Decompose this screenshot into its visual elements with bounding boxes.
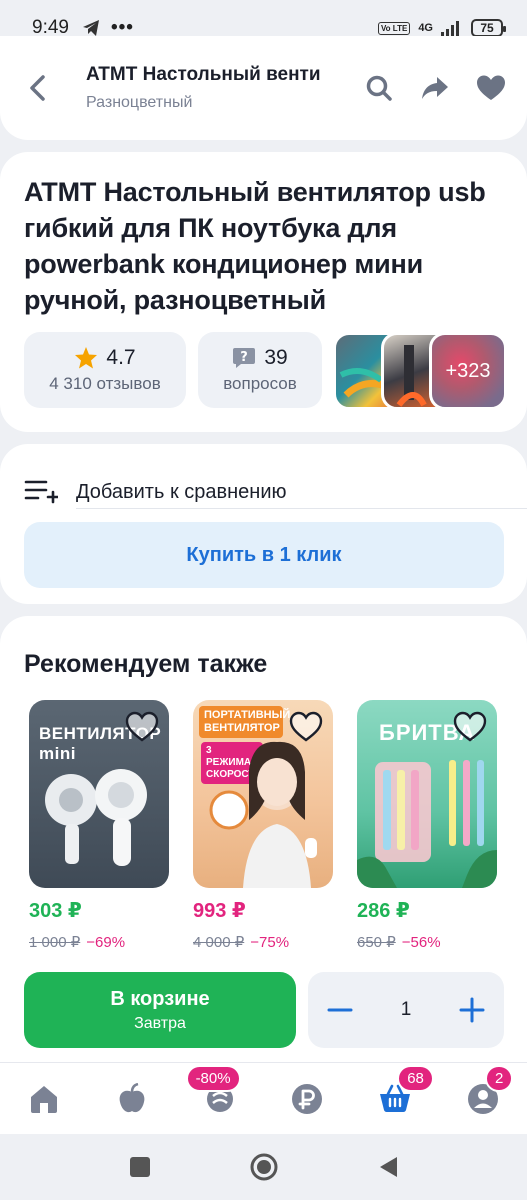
product-title: ATMT Настольный вентилятор usb гибкий дл…: [24, 177, 486, 315]
product-image[interactable]: ПОРТАТИВНЫЙ ВЕНТИЛЯТОР 3 РЕЖИМА СКОРОСТИ: [193, 700, 333, 888]
old-price: 4 000 ₽: [193, 934, 245, 951]
chevron-left-icon: [30, 75, 45, 101]
system-navigation-bar: [0, 1134, 527, 1200]
product-image[interactable]: БРИТВА: [357, 700, 497, 888]
discount-label: −69%: [86, 934, 126, 951]
share-icon: [422, 77, 448, 99]
in-cart-label: В корзине: [110, 987, 210, 1010]
add-to-compare-label: Добавить к сравнению: [76, 480, 287, 503]
tab-finance[interactable]: [287, 1079, 327, 1119]
quantity-stepper: 1: [308, 972, 504, 1048]
recent-apps-icon[interactable]: [129, 1156, 151, 1178]
volte-icon: Vo LTE: [377, 21, 411, 35]
recommended-product-card[interactable]: ПОРТАТИВНЫЙ ВЕНТИЛЯТОР 3 РЕЖИМА СКОРОСТИ…: [193, 700, 333, 951]
old-price: 650 ₽: [357, 934, 396, 951]
delivery-label: Завтра: [134, 1014, 186, 1032]
divider: [76, 508, 527, 509]
more-photos-button[interactable]: +323: [429, 332, 507, 410]
minus-icon[interactable]: [326, 996, 354, 1024]
search-button[interactable]: [363, 72, 395, 104]
search-icon: [366, 75, 392, 101]
buy-one-click-button[interactable]: Купить в 1 клик: [24, 522, 504, 588]
recommendations-title: Рекомендуем также: [24, 650, 268, 678]
add-to-compare-button[interactable]: Добавить к сравнению: [24, 460, 527, 524]
rating-value: 4.7: [106, 346, 136, 369]
bottom-tab-bar: -80% 68 2: [0, 1062, 527, 1134]
header-title: ATMT Настольный венти: [86, 64, 320, 85]
compare-list-icon: [24, 480, 58, 504]
more-photos-count: +323: [445, 359, 491, 382]
tab-cart[interactable]: 68: [375, 1064, 434, 1119]
battery-icon: 75: [471, 19, 506, 37]
product-info-card: ATMT Настольный вентилятор usb гибкий дл…: [0, 152, 527, 432]
rating-chip[interactable]: 4.7 4 310 отзывов: [24, 332, 186, 408]
star-icon: [75, 347, 98, 369]
plus-icon[interactable]: [458, 996, 486, 1024]
questions-label: вопросов: [223, 374, 297, 393]
discount-label: −56%: [401, 934, 441, 951]
home-icon: [30, 1085, 57, 1113]
heart-icon: [477, 75, 505, 100]
questions-count: 39: [264, 346, 288, 369]
tab-sale[interactable]: -80%: [185, 1064, 241, 1119]
network-type: 4G: [418, 22, 433, 34]
product-price: 286 ₽: [357, 900, 410, 922]
back-button[interactable]: [20, 70, 56, 106]
reviews-count: 4 310 отзывов: [49, 374, 161, 393]
sale-badge: -80%: [185, 1064, 241, 1092]
tab-fresh[interactable]: [112, 1079, 152, 1119]
product-price: 303 ₽: [29, 900, 82, 922]
in-cart-button[interactable]: В корзине Завтра: [24, 972, 296, 1048]
recommended-product-card[interactable]: ВЕНТИЛЯТОР mini 303 ₽ 1 000 ₽ −69%: [29, 700, 169, 951]
favorite-heart-icon[interactable]: [125, 710, 159, 744]
header-subtitle: Разноцветный: [86, 94, 193, 111]
signal-icon: [441, 21, 459, 36]
svg-text:?: ?: [241, 350, 249, 365]
discount-label: −75%: [250, 934, 290, 951]
telegram-icon: [82, 20, 99, 36]
old-price: 1 000 ₽: [29, 934, 81, 951]
favorite-heart-icon[interactable]: [289, 710, 323, 744]
home-circle-icon[interactable]: [249, 1152, 279, 1182]
questions-chip[interactable]: ? 39 вопросов: [198, 332, 322, 408]
product-price: 993 ₽: [193, 900, 246, 922]
question-bubble-icon: ?: [233, 348, 256, 368]
share-button[interactable]: [419, 72, 451, 104]
ruble-icon: [292, 1083, 323, 1114]
favorite-button[interactable]: [475, 72, 507, 104]
tab-home[interactable]: [24, 1079, 64, 1119]
quantity-value: 1: [400, 999, 412, 1020]
product-image[interactable]: ВЕНТИЛЯТОР mini: [29, 700, 169, 888]
profile-badge: 2: [485, 1064, 514, 1092]
buy-bar: В корзине Завтра 1: [0, 958, 527, 1062]
back-triangle-icon[interactable]: [377, 1155, 399, 1179]
recommended-product-card[interactable]: БРИТВА 286 ₽ 650 ₽ −56%: [357, 700, 497, 951]
tab-profile[interactable]: 2: [463, 1064, 514, 1119]
fruit-icon: [119, 1082, 145, 1112]
cart-badge: 68: [397, 1064, 434, 1092]
product-header: ATMT Настольный венти Разноцветный: [0, 36, 527, 140]
product-photos[interactable]: +323: [333, 332, 509, 410]
favorite-heart-icon[interactable]: [453, 710, 487, 744]
